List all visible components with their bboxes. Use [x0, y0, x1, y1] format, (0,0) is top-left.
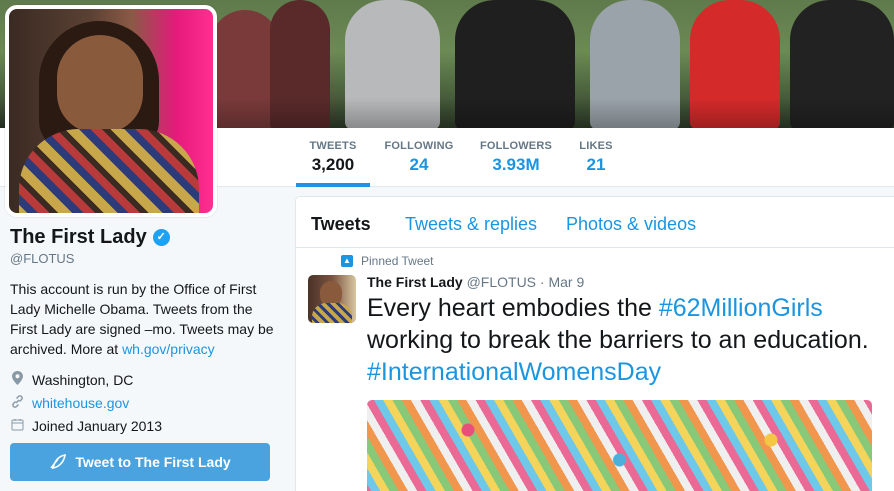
website-row: whitehouse.gov [10, 391, 275, 414]
stat-likes-label: LIKES [579, 140, 613, 152]
tab-tweets-replies[interactable]: Tweets & replies [405, 214, 537, 235]
tweet-avatar[interactable] [308, 275, 356, 323]
tweet-separator: · [539, 274, 545, 290]
joined-text: Joined January 2013 [32, 417, 162, 434]
stat-likes-value: 21 [586, 155, 606, 174]
quill-icon [49, 453, 67, 472]
tweet-to-label: Tweet to The First Lady [75, 454, 231, 470]
timeline: Tweets Tweets & replies Photos & videos … [295, 196, 894, 491]
tweet-text: Every heart embodies the #62MillionGirls… [367, 292, 887, 388]
stat-following-value: 24 [409, 155, 429, 174]
stat-followers[interactable]: FOLLOWERS 3.93M [478, 128, 554, 186]
tweet-text-part: working to break the barriers to an educ… [367, 326, 869, 354]
pinned-label: Pinned Tweet [361, 254, 434, 268]
verified-badge-icon: ✓ [152, 229, 170, 246]
stat-following-label: FOLLOWING [384, 140, 454, 152]
location-text: Washington, DC [32, 371, 134, 388]
profile-avatar[interactable] [5, 5, 217, 217]
stat-followers-label: FOLLOWERS [479, 140, 553, 152]
tweet-author-name[interactable]: The First Lady [367, 274, 463, 290]
tweet-header: The First Lady @FLOTUS · Mar 9 [367, 274, 584, 290]
pin-icon: ▲ [341, 255, 353, 267]
website-link[interactable]: whitehouse.gov [32, 395, 129, 411]
stat-tweets[interactable]: TWEETS 3,200 [296, 128, 370, 187]
bio-privacy-link[interactable]: wh.gov/privacy [122, 341, 215, 357]
tweet-media-image[interactable] [367, 400, 872, 491]
tweet-to-button[interactable]: Tweet to The First Lady [10, 443, 270, 481]
tab-tweets[interactable]: Tweets [311, 214, 371, 235]
tweet-date[interactable]: Mar 9 [548, 274, 584, 290]
location-pin-icon [10, 371, 24, 388]
profile-handle[interactable]: @FLOTUS [10, 251, 275, 266]
stat-likes[interactable]: LIKES 21 [576, 128, 616, 186]
profile-name[interactable]: The First Lady [10, 226, 147, 249]
location-row: Washington, DC [10, 368, 275, 391]
tweet-author-handle[interactable]: @FLOTUS [467, 274, 536, 290]
profile-bio: This account is run by the Office of Fir… [10, 279, 275, 359]
pinned-tweet-indicator: ▲ Pinned Tweet [341, 254, 434, 268]
stat-following[interactable]: FOLLOWING 24 [382, 128, 456, 186]
stat-tweets-label: TWEETS [309, 140, 357, 152]
tab-photos-videos[interactable]: Photos & videos [566, 214, 696, 235]
profile-name-row: The First Lady ✓ [10, 226, 275, 249]
calendar-icon [10, 418, 24, 434]
stat-followers-value: 3.93M [492, 155, 540, 174]
link-icon [10, 394, 24, 411]
stat-tweets-value: 3,200 [311, 155, 355, 174]
timeline-tabs: Tweets Tweets & replies Photos & videos [296, 197, 894, 248]
hashtag-link[interactable]: #62MillionGirls [659, 294, 823, 322]
profile-meta: Washington, DC whitehouse.gov Joined Jan… [10, 368, 275, 437]
profile-card: The First Lady ✓ @FLOTUS This account is… [10, 226, 275, 437]
tweet-text-part: Every heart embodies the [367, 294, 659, 322]
joined-row: Joined January 2013 [10, 414, 275, 437]
hashtag-link[interactable]: #InternationalWomensDay [367, 358, 661, 386]
